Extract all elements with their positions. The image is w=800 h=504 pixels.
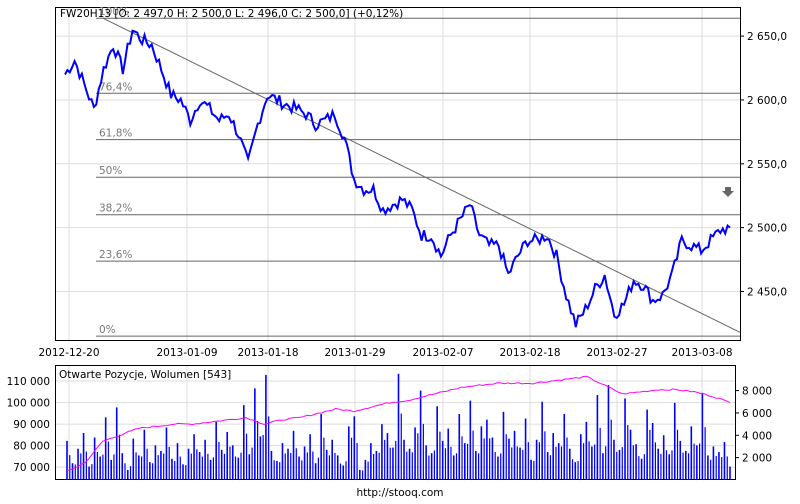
x-tick-label: 2013-02-18 xyxy=(499,347,560,359)
fib-label: 50% xyxy=(99,165,122,177)
volume-panel-title: Otwarte Pozycje, Wolumen [543] xyxy=(59,369,231,381)
left-tick-label: 70 000 xyxy=(13,462,50,474)
volume-axis: 8 000 6 000 4 000 2 000 xyxy=(735,386,772,465)
chart-canvas: 0%23,6%38,2%50%61,8%76,4%100% FW20H13 [O… xyxy=(7,6,788,499)
x-tick-label: 2013-02-27 xyxy=(586,347,647,359)
left-tick-label: 110 000 xyxy=(7,376,50,388)
volume-bars xyxy=(66,373,731,480)
x-tick-label: 2013-03-08 xyxy=(671,347,732,359)
open-interest-axis: 110 000 100 000 90 000 80 000 70 000 xyxy=(7,376,50,474)
y-tick-label: 2 600,0 xyxy=(747,95,787,107)
right-tick-label: 2 000 xyxy=(742,453,772,465)
fib-label: 61,8% xyxy=(99,128,132,140)
fib-label: 23,6% xyxy=(99,249,132,261)
chart-title: FW20H13 [O: 2 497,0 H: 2 500,0 L: 2 496,… xyxy=(60,8,403,20)
date-axis: 2012-12-20 2013-01-09 2013-01-18 2013-01-29… xyxy=(38,347,732,359)
x-tick-label: 2013-01-09 xyxy=(156,347,217,359)
left-tick-label: 100 000 xyxy=(7,398,50,410)
trendline xyxy=(102,17,741,333)
right-tick-label: 4 000 xyxy=(742,430,772,442)
left-tick-label: 90 000 xyxy=(13,419,50,431)
left-tick-label: 80 000 xyxy=(13,441,50,453)
footer-url[interactable]: http://stooq.com xyxy=(356,487,443,499)
x-tick-label: 2013-01-29 xyxy=(324,347,385,359)
right-tick-label: 6 000 xyxy=(742,408,772,420)
y-tick-label: 2 550,0 xyxy=(747,159,787,171)
y-tick-label: 2 500,0 xyxy=(747,223,787,235)
price-panel-frame xyxy=(55,7,741,341)
price-axis: 2 650,0 2 600,0 2 550,0 2 500,0 2 450,0 xyxy=(740,31,787,298)
price-series xyxy=(64,29,731,328)
price-grid xyxy=(56,8,740,340)
x-tick-label: 2012-12-20 xyxy=(38,347,99,359)
right-tick-label: 8 000 xyxy=(742,386,772,398)
fib-label: 76,4% xyxy=(99,81,132,93)
y-tick-label: 2 650,0 xyxy=(747,31,787,43)
fibonacci-levels: 0%23,6%38,2%50%61,8%76,4%100% xyxy=(96,6,740,337)
fib-label: 0% xyxy=(99,324,116,336)
arrow-down-icon xyxy=(722,187,734,197)
fib-label: 38,2% xyxy=(99,203,132,215)
x-tick-label: 2013-02-07 xyxy=(412,347,473,359)
y-tick-label: 2 450,0 xyxy=(747,286,787,298)
x-tick-label: 2013-01-18 xyxy=(237,347,298,359)
